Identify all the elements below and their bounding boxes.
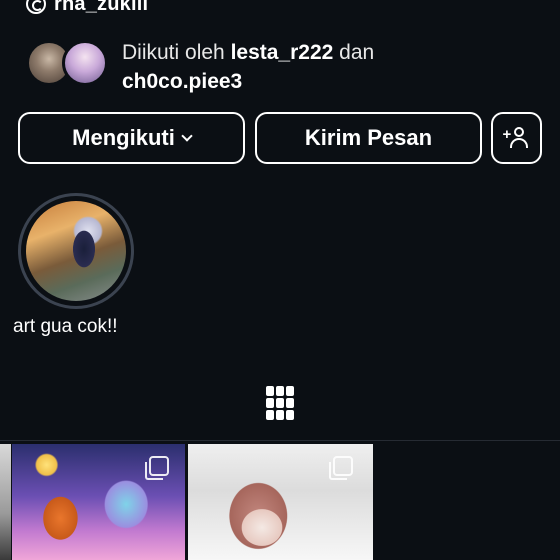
send-message-label: Kirim Pesan <box>304 125 433 150</box>
multi-post-icon <box>145 456 169 480</box>
story-highlight[interactable] <box>18 193 134 309</box>
follower-avatars <box>26 38 112 86</box>
post-thumbnail[interactable] <box>12 444 185 560</box>
post-thumbnail[interactable] <box>0 444 11 560</box>
post-thumbnail[interactable] <box>188 444 373 560</box>
multi-post-icon <box>329 456 353 480</box>
send-message-button[interactable]: Kirim Pesan <box>255 112 482 164</box>
grid-tab[interactable] <box>266 386 294 420</box>
follower-username: lesta_r222 <box>230 41 334 64</box>
following-button-label: Mengikuti <box>72 125 175 150</box>
threads-username-row[interactable]: rha_zukiii <box>26 0 148 16</box>
following-button[interactable]: Mengikuti <box>18 112 245 164</box>
highlight-label: art gua cok!! <box>13 316 118 337</box>
highlight-cover <box>26 201 126 301</box>
follower-username: ch0co.piee3 <box>122 70 243 93</box>
add-person-icon: + <box>503 127 531 149</box>
grid-icon <box>266 386 274 396</box>
empty-grid-cell <box>376 444 560 560</box>
followed-by[interactable]: Diikuti oleh lesta_r222 dan ch0co.piee3 <box>26 38 374 96</box>
threads-icon <box>26 0 46 14</box>
followed-by-conjunction: dan <box>339 41 375 64</box>
avatar <box>62 40 108 86</box>
suggested-accounts-button[interactable]: + <box>491 112 542 164</box>
threads-username: rha_zukiii <box>54 0 149 15</box>
followed-by-prefix: Diikuti oleh <box>122 41 225 64</box>
chevron-down-icon <box>181 129 193 142</box>
followed-by-text: Diikuti oleh lesta_r222 dan ch0co.piee3 <box>122 38 374 96</box>
divider <box>0 440 560 441</box>
